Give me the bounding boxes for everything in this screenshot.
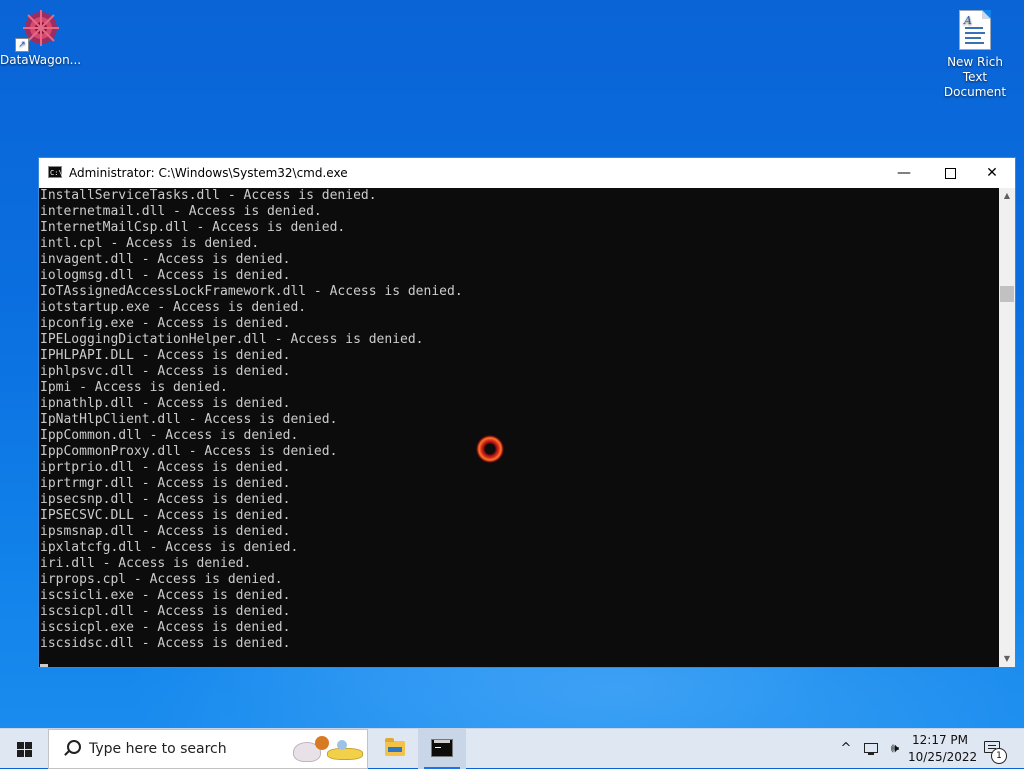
console-line: IppCommon.dll - Access is denied.	[40, 428, 299, 443]
scroll-up-arrow-icon[interactable]: ▲	[999, 188, 1015, 204]
scrollbar-thumb[interactable]	[1000, 286, 1014, 302]
notification-badge: 1	[991, 748, 1007, 764]
search-placeholder: Type here to search	[89, 741, 227, 757]
folder-icon	[385, 738, 405, 756]
console-line: IpNatHlpClient.dll - Access is denied.	[40, 412, 338, 427]
close-button[interactable]: ✕	[969, 158, 1015, 188]
console-output[interactable]: InstallServiceTasks.dll - Access is deni…	[39, 188, 1000, 667]
console-line: intl.cpl - Access is denied.	[40, 236, 260, 251]
taskbar: Type here to search ^ 🕪 12:17 PM 10/25/2…	[0, 728, 1024, 769]
console-line: iscsidsc.dll - Access is denied.	[40, 636, 291, 651]
console-line: iotstartup.exe - Access is denied.	[40, 300, 307, 315]
taskbar-clock[interactable]: 12:17 PM 10/25/2022	[908, 729, 978, 769]
rich-text-document-icon: A	[954, 10, 996, 52]
window-titlebar[interactable]: C:\ Administrator: C:\Windows\System32\c…	[39, 158, 1015, 188]
cmd-icon: C:\	[48, 166, 63, 178]
search-icon	[63, 740, 81, 758]
taskbar-file-explorer[interactable]	[370, 729, 418, 769]
desktop-icon-label: DataWagon...	[0, 53, 82, 67]
console-line: ipconfig.exe - Access is denied.	[40, 316, 291, 331]
console-line: iprtprio.dll - Access is denied.	[40, 460, 291, 475]
shortcut-arrow-icon: ↗	[15, 38, 29, 52]
console-line: IPHLPAPI.DLL - Access is denied.	[40, 348, 291, 363]
desktop-icon-new-rich-text-document[interactable]: A New Rich Text Document	[935, 10, 1015, 100]
taskbar-cmd[interactable]	[418, 729, 466, 769]
volume-icon[interactable]: 🕪	[884, 729, 906, 769]
console-line: InstallServiceTasks.dll - Access is deni…	[40, 188, 377, 203]
console-line: iologmsg.dll - Access is denied.	[40, 268, 291, 283]
vertical-scrollbar[interactable]: ▲ ▼	[999, 188, 1015, 667]
network-icon[interactable]	[861, 729, 883, 769]
console-line: iscsicpl.exe - Access is denied.	[40, 620, 291, 635]
text-cursor	[40, 664, 48, 667]
console-line: iscsicli.exe - Access is denied.	[40, 588, 291, 603]
console-line: ipsecsnp.dll - Access is denied.	[40, 492, 291, 507]
console-line: ipsmsnap.dll - Access is denied.	[40, 524, 291, 539]
console-line: iscsicpl.dll - Access is denied.	[40, 604, 291, 619]
console-line: iphlpsvc.dll - Access is denied.	[40, 364, 291, 379]
windows-logo-icon	[17, 742, 33, 757]
console-cursor-line	[40, 652, 1000, 667]
cmd-window[interactable]: C:\ Administrator: C:\Windows\System32\c…	[38, 157, 1016, 668]
console-line: iri.dll - Access is denied.	[40, 556, 252, 571]
maximize-button[interactable]	[927, 158, 973, 188]
start-button[interactable]	[0, 729, 48, 769]
search-highlight-illustration	[287, 732, 367, 766]
console-line: IPSECSVC.DLL - Access is denied.	[40, 508, 291, 523]
console-line: IPELoggingDictationHelper.dll - Access i…	[40, 332, 424, 347]
clock-time: 12:17 PM	[912, 733, 968, 747]
action-center-button[interactable]: 1	[980, 729, 1014, 769]
scroll-down-arrow-icon[interactable]: ▼	[999, 651, 1015, 667]
datawagon-app-icon: ↗	[15, 8, 61, 52]
console-line: irprops.cpl - Access is denied.	[40, 572, 283, 587]
desktop-icon-datawagon[interactable]: ↗ DataWagon...	[0, 8, 82, 68]
console-line: InternetMailCsp.dll - Access is denied.	[40, 220, 346, 235]
minimize-button[interactable]: —	[881, 158, 927, 188]
console-line: ipnathlp.dll - Access is denied.	[40, 396, 291, 411]
taskbar-search-box[interactable]: Type here to search	[48, 729, 368, 769]
console-line: ipxlatcfg.dll - Access is denied.	[40, 540, 299, 555]
console-line: Ipmi - Access is denied.	[40, 380, 228, 395]
desktop-icon-label: New Rich Text Document	[943, 55, 1007, 99]
console-line: invagent.dll - Access is denied.	[40, 252, 291, 267]
console-line: iprtrmgr.dll - Access is denied.	[40, 476, 291, 491]
clock-date: 10/25/2022	[908, 750, 978, 764]
cmd-icon	[431, 739, 453, 757]
maximize-icon	[944, 167, 956, 179]
window-title: Administrator: C:\Windows\System32\cmd.e…	[69, 166, 348, 180]
show-hidden-icons-button[interactable]: ^	[836, 729, 856, 769]
console-line: internetmail.dll - Access is denied.	[40, 204, 322, 219]
console-line: IoTAssignedAccessLockFramework.dll - Acc…	[40, 284, 463, 299]
console-line: IppCommonProxy.dll - Access is denied.	[40, 444, 338, 459]
loading-spinner-icon	[476, 435, 504, 463]
